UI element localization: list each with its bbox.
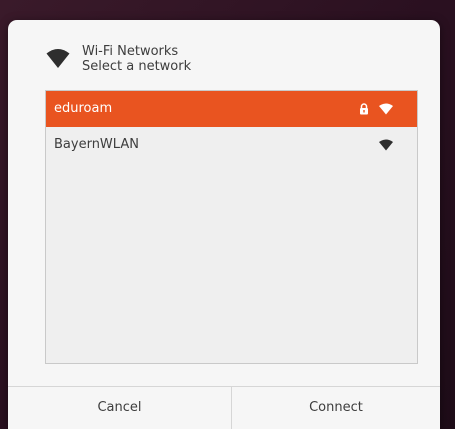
wifi-signal-icon [379,103,393,115]
cancel-button[interactable]: Cancel [8,387,232,429]
dialog-header: Wi-Fi Networks Select a network [8,20,440,86]
connect-button[interactable]: Connect [232,387,440,429]
lock-icon [360,103,368,115]
wifi-signal-icon [379,139,393,151]
network-name: eduroam [54,101,113,116]
network-item-eduroam[interactable]: eduroam [46,91,417,127]
network-name: BayernWLAN [54,137,139,152]
network-list: eduroam BayernWLAN [45,90,418,364]
dialog-subtitle: Select a network [82,59,192,74]
dialog-title: Wi-Fi Networks [82,44,179,59]
dialog-button-bar: Cancel Connect [8,386,440,429]
network-item-bayernwlan[interactable]: BayernWLAN [46,127,417,163]
wifi-icon [46,49,70,68]
wifi-networks-dialog: Wi-Fi Networks Select a network eduroam … [8,20,440,429]
